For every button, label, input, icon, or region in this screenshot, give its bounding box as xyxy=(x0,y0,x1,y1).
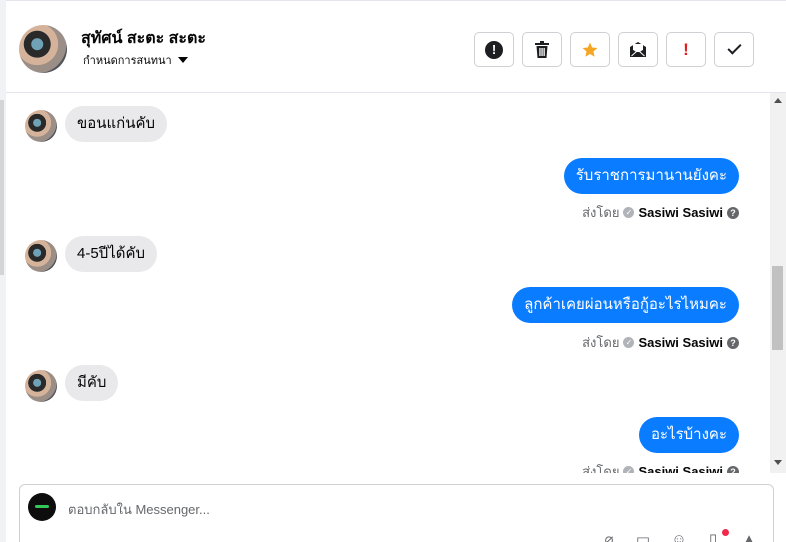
notification-dot xyxy=(722,529,729,536)
trash-icon xyxy=(535,41,549,58)
emoji-icon[interactable]: ☺ xyxy=(670,531,688,542)
incoming-message[interactable]: ขอนแก่นคับ xyxy=(65,106,168,142)
sent-by-label: ส่งโดย xyxy=(582,464,620,473)
contact-avatar-small[interactable] xyxy=(25,110,57,142)
sent-by-info: ส่งโดย ✓ Sasiwi Sasiwi ? xyxy=(582,461,739,473)
verified-icon: ✓ xyxy=(623,207,635,218)
star-button[interactable] xyxy=(570,32,610,67)
assign-label: กำหนดการสนทนา xyxy=(83,55,172,67)
contact-avatar-small[interactable] xyxy=(25,240,57,272)
reply-composer: ⌀ ▭ ☺ ▯ ▲ xyxy=(19,484,774,542)
sent-by-label: ส่งโดย xyxy=(582,335,620,350)
caret-down-icon xyxy=(177,57,188,63)
contact-avatar-small[interactable] xyxy=(25,370,57,402)
gif-icon[interactable]: ▭ xyxy=(634,531,652,542)
spam-button[interactable]: ! xyxy=(474,32,514,67)
envelope-icon xyxy=(630,42,646,57)
outgoing-message[interactable]: อะไรบ้างคะ xyxy=(638,417,739,453)
left-panel-scrollbar[interactable] xyxy=(0,100,4,275)
page-avatar xyxy=(28,493,56,521)
sent-by-info: ส่งโดย ✓ Sasiwi Sasiwi ? xyxy=(582,202,739,223)
verified-icon: ✓ xyxy=(623,337,635,348)
important-button[interactable]: ! xyxy=(666,32,706,67)
outgoing-message[interactable]: ลูกค้าเคยผ่อนหรือกู้อะไรไหมคะ xyxy=(512,287,739,323)
star-icon xyxy=(582,42,598,57)
contact-name[interactable]: สุทัศน์ สะตะ สะตะ xyxy=(81,26,206,51)
help-icon[interactable]: ? xyxy=(727,206,739,219)
sender-name: Sasiwi Sasiwi xyxy=(638,205,723,220)
thread-scrollbar[interactable] xyxy=(770,93,786,473)
exclamation-circle-icon: ! xyxy=(485,40,503,59)
sticker-icon[interactable]: ▯ xyxy=(704,531,722,542)
like-icon[interactable]: ▲ xyxy=(740,531,758,542)
incoming-message[interactable]: มีคับ xyxy=(65,365,119,401)
check-icon xyxy=(726,40,742,55)
messenger-inbox: สุทัศน์ สะตะ สะตะ กำหนดการสนทนา ! ! ขอนแ… xyxy=(0,0,786,542)
assign-conversation-dropdown[interactable]: กำหนดการสนทนา xyxy=(83,51,188,69)
outgoing-message[interactable]: รับราชการมานานยังคะ xyxy=(563,158,739,194)
delete-button[interactable] xyxy=(522,32,562,67)
unread-button[interactable] xyxy=(618,32,658,67)
sender-name: Sasiwi Sasiwi xyxy=(638,335,723,350)
message-thread[interactable]: ขอนแก่นคับ รับราชการมานานยังคะ ส่งโดย ✓ … xyxy=(6,93,786,473)
help-icon[interactable]: ? xyxy=(727,465,739,473)
scroll-up-arrow-icon[interactable] xyxy=(774,98,782,103)
contact-avatar[interactable] xyxy=(19,25,67,73)
conversation-header: สุทัศน์ สะตะ สะตะ กำหนดการสนทนา ! ! xyxy=(6,0,786,93)
exclamation-icon: ! xyxy=(683,39,689,59)
help-icon[interactable]: ? xyxy=(727,336,739,349)
scrollbar-thumb[interactable] xyxy=(772,266,783,350)
sent-by-info: ส่งโดย ✓ Sasiwi Sasiwi ? xyxy=(582,332,739,353)
verified-icon: ✓ xyxy=(623,466,635,473)
sender-name: Sasiwi Sasiwi xyxy=(638,464,723,473)
paperclip-icon[interactable]: ⌀ xyxy=(600,531,618,542)
incoming-message[interactable]: 4-5ปีได้คับ xyxy=(65,236,158,272)
scroll-down-arrow-icon[interactable] xyxy=(774,460,782,465)
done-button[interactable] xyxy=(714,32,754,67)
reply-input[interactable] xyxy=(68,499,568,519)
sent-by-label: ส่งโดย xyxy=(582,205,620,220)
